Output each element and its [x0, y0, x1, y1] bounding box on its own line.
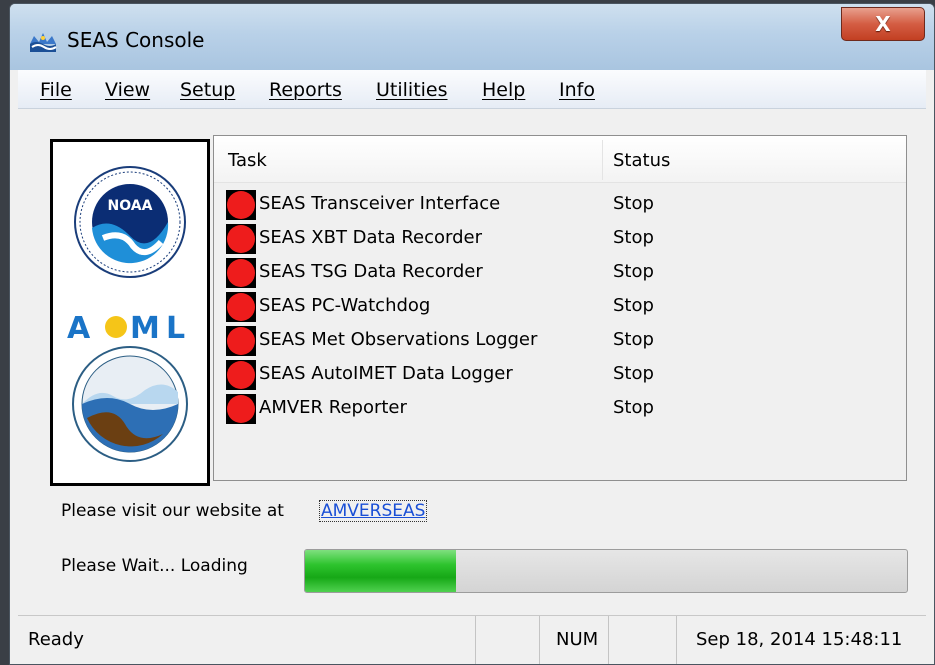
website-link[interactable]: AMVERSEAS — [319, 500, 428, 522]
menu-file[interactable]: File — [40, 79, 72, 101]
svg-text:L: L — [166, 311, 185, 346]
task-status: Stop — [613, 397, 654, 418]
menu-view[interactable]: View — [105, 79, 150, 101]
column-header-status[interactable]: Status — [613, 150, 670, 171]
logo-panel: NOAA A M L — [50, 139, 210, 486]
task-row[interactable]: AMVER Reporter Stop — [226, 392, 896, 426]
menu-info[interactable]: Info — [559, 79, 595, 101]
task-list: Task Status SEAS Transceiver Interface S… — [213, 135, 907, 481]
task-name: SEAS AutoIMET Data Logger — [259, 363, 513, 384]
website-prompt: Please visit our website at — [61, 501, 284, 521]
menu-utilities[interactable]: Utilities — [376, 79, 448, 101]
menu-setup[interactable]: Setup — [180, 79, 235, 101]
task-row[interactable]: SEAS TSG Data Recorder Stop — [226, 256, 896, 290]
close-button[interactable]: X — [841, 7, 925, 41]
task-row[interactable]: SEAS AutoIMET Data Logger Stop — [226, 358, 896, 392]
menu-reports[interactable]: Reports — [269, 79, 342, 101]
task-status: Stop — [613, 363, 654, 384]
task-name: AMVER Reporter — [259, 397, 407, 418]
task-status: Stop — [613, 295, 654, 316]
task-name: SEAS Transceiver Interface — [259, 193, 501, 214]
svg-text:NOAA: NOAA — [108, 198, 153, 214]
task-status: Stop — [613, 261, 654, 282]
task-row[interactable]: SEAS PC-Watchdog Stop — [226, 290, 896, 324]
task-status: Stop — [613, 329, 654, 350]
menu-bar: File View Setup Reports Utilities Help I… — [18, 70, 926, 109]
task-name: SEAS XBT Data Recorder — [259, 227, 483, 248]
client-area: NOAA A M L Task Status SEAS Transceiver … — [18, 109, 926, 612]
status-datetime: Sep 18, 2014 15:48:11 — [696, 629, 903, 650]
progress-fill — [305, 550, 456, 592]
task-row[interactable]: SEAS XBT Data Recorder Stop — [226, 222, 896, 256]
task-status: Stop — [613, 227, 654, 248]
status-ready: Ready — [28, 629, 84, 650]
status-pane-empty — [475, 616, 540, 664]
status-pane-datetime: Sep 18, 2014 15:48:11 — [676, 616, 927, 664]
status-red-icon — [226, 360, 256, 390]
column-header-task[interactable]: Task — [228, 150, 267, 171]
status-red-icon — [226, 224, 256, 254]
title-bar[interactable]: SEAS Console X — [10, 4, 934, 70]
status-bar: Ready NUM Sep 18, 2014 15:48:11 — [18, 615, 927, 664]
seas-console-window: SEAS Console X File View Setup Reports U… — [9, 3, 935, 665]
status-pane-blank — [608, 616, 677, 664]
task-name: SEAS TSG Data Recorder — [259, 261, 483, 282]
task-row[interactable]: SEAS Met Observations Logger Stop — [226, 324, 896, 358]
status-red-icon — [226, 258, 256, 288]
loading-progress-bar — [304, 549, 908, 593]
status-red-icon — [226, 394, 256, 424]
status-red-icon — [226, 190, 256, 220]
menu-help[interactable]: Help — [482, 79, 525, 101]
window-title: SEAS Console — [67, 28, 205, 52]
loading-label: Please Wait... Loading — [61, 556, 248, 576]
task-row[interactable]: SEAS Transceiver Interface Stop — [226, 188, 896, 222]
task-list-header: Task Status — [214, 136, 906, 183]
status-num: NUM — [556, 629, 599, 650]
task-name: SEAS Met Observations Logger — [259, 329, 538, 350]
task-status: Stop — [613, 193, 654, 214]
task-name: SEAS PC-Watchdog — [259, 295, 431, 316]
close-icon: X — [875, 12, 891, 36]
column-divider[interactable] — [602, 140, 603, 180]
noaa-logo: NOAA A M L — [67, 166, 188, 462]
status-red-icon — [226, 292, 256, 322]
app-icon — [30, 33, 57, 52]
status-red-icon — [226, 326, 256, 356]
svg-text:A: A — [67, 311, 91, 346]
status-pane-num: NUM — [539, 616, 609, 664]
svg-text:M: M — [130, 311, 160, 346]
